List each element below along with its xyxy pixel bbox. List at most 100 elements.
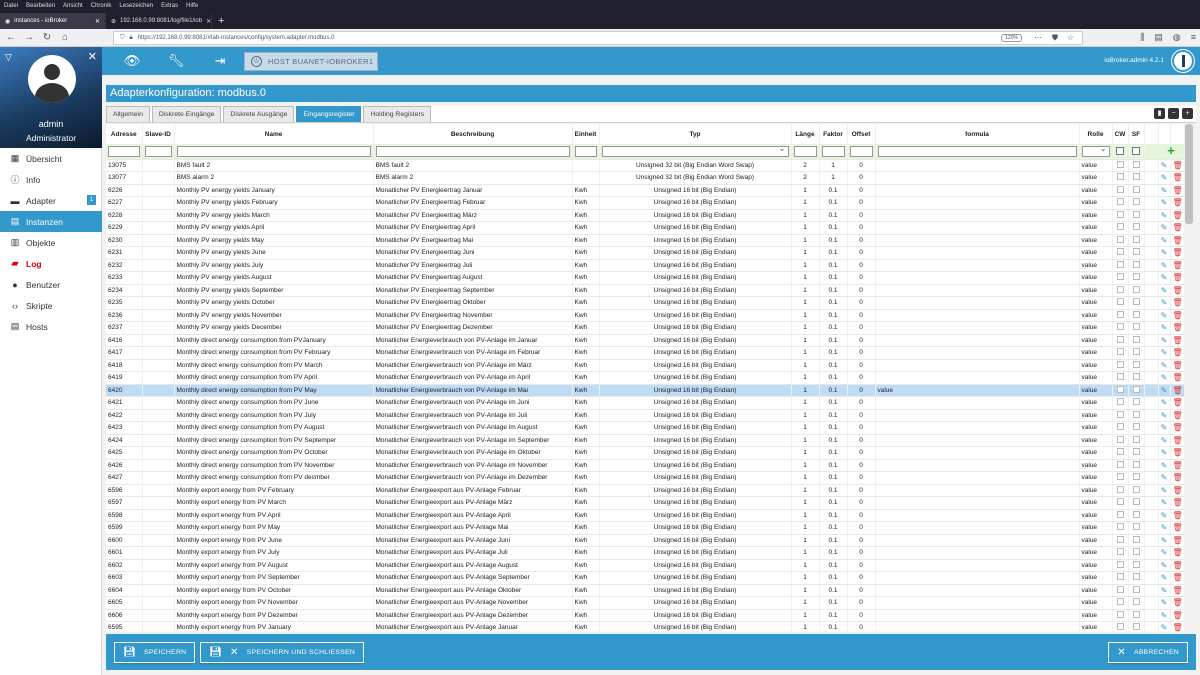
cw-checkbox[interactable]: [1116, 573, 1124, 581]
table-row[interactable]: 6600 Monthly export energy from PV June Mo…: [106, 534, 1184, 547]
tab-diskrete-ausgaenge[interactable]: Diskrete Ausgänge: [223, 106, 295, 122]
cell-typ[interactable]: Unsigned 16 bit (Big Endian): [599, 559, 792, 572]
cell-adresse[interactable]: 6231: [106, 246, 143, 260]
delete-icon[interactable]: 🗑︎: [1173, 623, 1183, 632]
minus-icon[interactable]: −: [1168, 108, 1179, 119]
cell-typ[interactable]: Unsigned 16 bit (Big Endian): [599, 259, 792, 272]
column-header[interactable]: Offset: [847, 124, 876, 144]
cell-offset[interactable]: 0: [847, 259, 876, 272]
cell-beschreibung[interactable]: Monatlicher PV Energieertrag Juni: [373, 246, 573, 260]
cell-beschreibung[interactable]: Monatlicher PV Energieertrag Dezember: [373, 321, 573, 335]
cell-faktor[interactable]: 0.1: [819, 534, 848, 547]
cell-name[interactable]: Monthly export energy from PV January: [174, 621, 374, 632]
cw-checkbox[interactable]: [1116, 173, 1124, 181]
cell-beschreibung[interactable]: Monatlicher Energieverbrauch von PV-Anla…: [373, 409, 573, 422]
cell-formula[interactable]: [875, 459, 1080, 472]
delete-icon[interactable]: 🗑︎: [1173, 586, 1183, 595]
cell-slave-id[interactable]: [142, 534, 175, 547]
cell-rolle[interactable]: value: [1079, 521, 1113, 535]
cell-formula[interactable]: [875, 246, 1080, 260]
cw-checkbox[interactable]: [1116, 423, 1124, 431]
sf-checkbox[interactable]: [1132, 285, 1140, 293]
delete-icon[interactable]: 🗑︎: [1173, 248, 1183, 257]
cell-einheit[interactable]: Kwh: [572, 396, 600, 410]
cell-einheit[interactable]: Kwh: [572, 234, 600, 247]
cell-rolle[interactable]: value: [1079, 284, 1113, 297]
cell-laenge[interactable]: 1: [791, 621, 820, 632]
cell-formula[interactable]: [875, 534, 1080, 547]
cell-adresse[interactable]: 6420: [106, 384, 143, 397]
sf-checkbox[interactable]: [1132, 160, 1140, 168]
cell-slave-id[interactable]: [142, 284, 175, 297]
cell-formula[interactable]: [875, 546, 1080, 560]
cell-formula[interactable]: [875, 271, 1080, 285]
column-header[interactable]: Adresse: [106, 124, 143, 144]
table-row[interactable]: 6605 Monthly export energy from PV Novemb…: [106, 596, 1184, 610]
cell-einheit[interactable]: Kwh: [572, 534, 600, 547]
column-header[interactable]: Faktor: [819, 124, 848, 144]
cell-faktor[interactable]: 0.1: [819, 609, 848, 622]
table-row[interactable]: 6419 Monthly direct energy consumption fr…: [106, 371, 1184, 385]
cell-adresse[interactable]: 6595: [106, 621, 143, 632]
cell-einheit[interactable]: Kwh: [572, 559, 600, 572]
cell-faktor[interactable]: 0.1: [819, 521, 848, 535]
cell-name[interactable]: Monthly direct energy consumption from P…: [174, 421, 374, 435]
cell-slave-id[interactable]: [142, 259, 175, 272]
cell-beschreibung[interactable]: Monatlicher Energieexport aus PV-Anlage …: [373, 596, 573, 610]
sf-checkbox[interactable]: [1132, 348, 1140, 356]
cell-faktor[interactable]: 0.1: [819, 434, 848, 447]
sidebar-item-scripts[interactable]: ‹› Skripte: [0, 295, 102, 316]
cell-typ[interactable]: Unsigned 16 bit (Big Endian): [599, 409, 792, 422]
library-icon[interactable]: ⫼: [1140, 32, 1144, 43]
cell-beschreibung[interactable]: Monatlicher Energieverbrauch von PV-Anla…: [373, 346, 573, 360]
cell-einheit[interactable]: Kwh: [572, 371, 600, 385]
cell-offset[interactable]: 0: [847, 359, 876, 372]
cell-faktor[interactable]: 0.1: [819, 546, 848, 560]
edit-icon[interactable]: ✎: [1161, 298, 1168, 307]
cell-slave-id[interactable]: [142, 471, 175, 485]
cell-laenge[interactable]: 1: [791, 334, 820, 347]
cell-adresse[interactable]: 6597: [106, 496, 143, 510]
edit-icon[interactable]: ✎: [1161, 273, 1168, 282]
cell-beschreibung[interactable]: Monatlicher Energieexport aus PV-Anlage …: [373, 609, 573, 622]
cell-einheit[interactable]: Kwh: [572, 209, 600, 222]
sf-checkbox[interactable]: [1132, 335, 1140, 343]
cell-adresse[interactable]: 6598: [106, 509, 143, 522]
cell-rolle[interactable]: value: [1079, 609, 1113, 622]
cell-formula[interactable]: [875, 509, 1080, 522]
cell-rolle[interactable]: value: [1079, 346, 1113, 360]
filter-name-input[interactable]: [176, 145, 371, 157]
cell-laenge[interactable]: 2: [791, 159, 820, 172]
cell-adresse[interactable]: 6419: [106, 371, 143, 385]
cell-offset[interactable]: 0: [847, 496, 876, 510]
cell-name[interactable]: Monthly export energy from PV April: [174, 509, 374, 522]
cell-rolle[interactable]: value: [1079, 571, 1113, 585]
save-button[interactable]: 💾︎ SPEICHERN: [114, 642, 196, 663]
delete-icon[interactable]: 🗑︎: [1173, 423, 1183, 432]
table-row[interactable]: 6422 Monthly direct energy consumption fr…: [106, 409, 1184, 422]
cell-typ[interactable]: Unsigned 16 bit (Big Endian): [599, 484, 792, 497]
cell-adresse[interactable]: 6599: [106, 521, 143, 535]
cell-formula[interactable]: [875, 259, 1080, 272]
cell-laenge[interactable]: 1: [791, 346, 820, 360]
cell-formula[interactable]: [875, 371, 1080, 385]
cell-name[interactable]: Monthly export energy from PV May: [174, 521, 374, 535]
cell-name[interactable]: Monthly direct energy consumption from P…: [174, 334, 374, 347]
cell-formula[interactable]: [875, 171, 1080, 185]
edit-icon[interactable]: ✎: [1161, 186, 1168, 195]
table-row[interactable]: 6604 Monthly export energy from PV Octobe…: [106, 584, 1184, 597]
cell-formula[interactable]: [875, 434, 1080, 447]
cell-faktor[interactable]: 0.1: [819, 196, 848, 210]
cell-slave-id[interactable]: [142, 421, 175, 435]
hamburger-menu-icon[interactable]: ≡: [1191, 32, 1196, 43]
cell-laenge[interactable]: 1: [791, 596, 820, 610]
cell-typ[interactable]: Unsigned 16 bit (Big Endian): [599, 346, 792, 360]
delete-icon[interactable]: 🗑︎: [1173, 211, 1183, 220]
cell-offset[interactable]: 0: [847, 171, 876, 185]
cell-formula[interactable]: [875, 234, 1080, 247]
cell-name[interactable]: Monthly PV energy yields January: [174, 184, 374, 197]
cell-adresse[interactable]: 6596: [106, 484, 143, 497]
cell-beschreibung[interactable]: Monatlicher Energieexport aus PV-Anlage …: [373, 559, 573, 572]
delete-icon[interactable]: 🗑︎: [1173, 448, 1183, 457]
sf-checkbox[interactable]: [1132, 498, 1140, 506]
